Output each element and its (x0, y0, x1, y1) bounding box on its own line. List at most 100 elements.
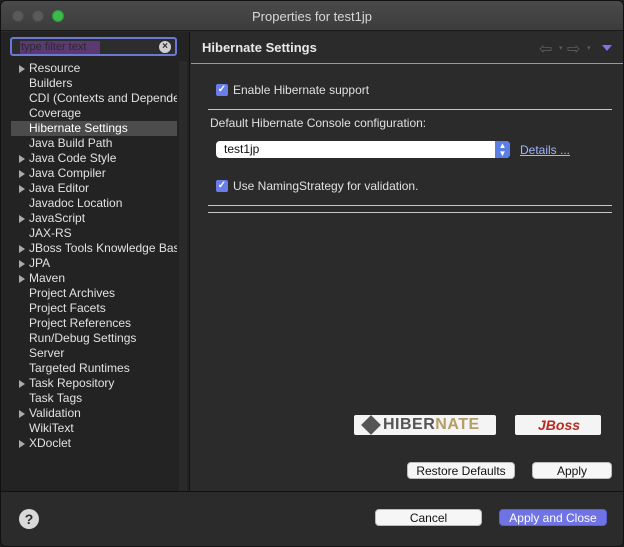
hibernate-logo-text: HIBERNATE (383, 416, 480, 433)
tree-item-label: WikiText (29, 421, 74, 435)
chevron-updown-icon[interactable]: ▲ ▼ (495, 141, 510, 158)
expand-arrow-icon[interactable] (19, 170, 25, 178)
tree-item[interactable]: XDoclet (11, 436, 177, 451)
tree-item-label: Task Repository (29, 376, 115, 390)
details-link[interactable]: Details ... (520, 143, 570, 157)
back-history-dropdown-icon[interactable]: ▾ (559, 44, 563, 52)
property-page-tree: Resource Builders CDI (Contexts and Depend… (11, 61, 177, 451)
restore-defaults-button[interactable]: Restore Defaults (407, 462, 515, 479)
tree-item[interactable]: Project Facets (11, 301, 177, 316)
enable-hibernate-checkbox[interactable]: ✓ (216, 84, 228, 96)
filter-placeholder: type filter text (21, 41, 87, 53)
tree-item-label: JavaScript (29, 211, 86, 225)
tree-item[interactable]: Targeted Runtimes (11, 361, 177, 376)
console-config-select[interactable]: test1jp ▲ ▼ (216, 141, 510, 158)
expand-arrow-icon[interactable] (19, 275, 25, 283)
tree-item-label: Builders (29, 76, 73, 90)
dialog-footer: ? Cancel Apply and Close (1, 491, 623, 546)
tree-item[interactable]: Run/Debug Settings (11, 331, 177, 346)
tree-item-label: Java Code Style (29, 151, 117, 165)
tree-item[interactable]: JBoss Tools Knowledge Base (11, 241, 177, 256)
help-icon[interactable]: ? (19, 509, 39, 529)
forward-arrow-icon[interactable]: ⇨ (567, 39, 580, 59)
tree-item-label: Hibernate Settings (29, 121, 128, 135)
view-menu-icon[interactable] (602, 45, 612, 51)
sidebar-scrollbar[interactable] (179, 61, 187, 491)
tree-item-label: CDI (Contexts and Dependency Injection) (29, 91, 177, 105)
hibernate-logo: HIBERNATE (354, 415, 496, 435)
tree-item-label: Javadoc Location (29, 196, 123, 210)
tree-item[interactable]: Maven (11, 271, 177, 286)
tree-item-label: Java Build Path (29, 136, 113, 150)
expand-arrow-icon[interactable] (19, 410, 25, 418)
filter-input[interactable]: type filter text × (10, 37, 177, 56)
tree-item-label: JAX-RS (29, 226, 72, 240)
tree-item[interactable]: JavaScript (11, 211, 177, 226)
tree-item[interactable]: WikiText (11, 421, 177, 436)
tree-item[interactable]: Validation (11, 406, 177, 421)
expand-arrow-icon[interactable] (19, 185, 25, 193)
expand-arrow-icon[interactable] (19, 155, 25, 163)
cancel-button[interactable]: Cancel (375, 509, 482, 526)
expand-arrow-icon[interactable] (19, 380, 25, 388)
expand-arrow-icon[interactable] (19, 215, 25, 223)
tree-item-label: JBoss Tools Knowledge Base (29, 241, 177, 255)
tree-item-label: JPA (29, 256, 51, 270)
tree-item-label: Server (29, 346, 65, 360)
jboss-logo-text: JBoss (538, 417, 581, 433)
expand-arrow-icon[interactable] (19, 260, 25, 268)
tree-item-label: Java Compiler (29, 166, 106, 180)
expand-arrow-icon[interactable] (19, 65, 25, 73)
tree-item-label: Targeted Runtimes (29, 361, 130, 375)
tree-item[interactable]: Coverage (11, 106, 177, 121)
tree-item-label: Maven (29, 271, 66, 285)
window-title: Properties for test1jp (252, 9, 372, 24)
tree-item-label: Resource (29, 61, 81, 75)
tree-item[interactable]: Resource (11, 61, 177, 76)
hibernate-logo-icon (361, 415, 381, 435)
tree-item[interactable]: Builders (11, 76, 177, 91)
tree-item[interactable]: Task Tags (11, 391, 177, 406)
console-config-heading: Default Hibernate Console configuration: (210, 116, 427, 130)
enable-hibernate-label: Enable Hibernate support (233, 83, 370, 97)
expand-arrow-icon[interactable] (19, 440, 25, 448)
tree-item[interactable]: Project References (11, 316, 177, 331)
clear-filter-icon[interactable]: × (159, 41, 171, 53)
tree-item-label: Validation (29, 406, 81, 420)
console-config-value: test1jp (224, 142, 260, 156)
title-bar: Properties for test1jp (1, 1, 623, 31)
expand-arrow-icon[interactable] (19, 245, 25, 253)
tree-item[interactable]: JPA (11, 256, 177, 271)
tree-item[interactable]: Project Archives (11, 286, 177, 301)
naming-strategy-checkbox[interactable]: ✓ (216, 180, 228, 192)
tree-item[interactable]: Java Editor (11, 181, 177, 196)
tree-item[interactable]: Javadoc Location (11, 196, 177, 211)
apply-and-close-button[interactable]: Apply and Close (499, 509, 607, 526)
tree-item-label: Run/Debug Settings (29, 331, 137, 345)
apply-button[interactable]: Apply (532, 462, 612, 479)
tree-item-label: Coverage (29, 106, 82, 120)
tree-item[interactable]: Java Build Path (11, 136, 177, 151)
tree-item[interactable]: Java Code Style (11, 151, 177, 166)
tree-item[interactable]: JAX-RS (11, 226, 177, 241)
tree-item[interactable]: CDI (Contexts and Dependency Injection) (11, 91, 177, 106)
tree-item[interactable]: Server (11, 346, 177, 361)
back-arrow-icon[interactable]: ⇦ (539, 39, 552, 59)
forward-history-dropdown-icon[interactable]: ▾ (587, 44, 591, 52)
jboss-logo: JBoss (515, 415, 601, 435)
tree-item[interactable]: Task Repository (11, 376, 177, 391)
tree-item[interactable]: Java Compiler (11, 166, 177, 181)
properties-dialog: Properties for test1jp type filter text … (0, 0, 624, 547)
page-title: Hibernate Settings (202, 40, 317, 55)
tree-item[interactable]: Hibernate Settings (11, 121, 177, 136)
tree-item-label: Project References (29, 316, 132, 330)
tree-item-label: Project Archives (29, 286, 116, 300)
page-header: Hibernate Settings ⇦ ▾ ⇨ ▾ (191, 32, 623, 64)
naming-strategy-label: Use NamingStrategy for validation. (233, 179, 419, 193)
tree-item-label: XDoclet (29, 436, 72, 450)
sidebar: type filter text × Resource Builders CDI (… (1, 32, 190, 491)
separator (208, 205, 612, 206)
tree-item-label: Java Editor (29, 181, 90, 195)
separator (208, 109, 612, 110)
tree-item-label: Task Tags (29, 391, 83, 405)
